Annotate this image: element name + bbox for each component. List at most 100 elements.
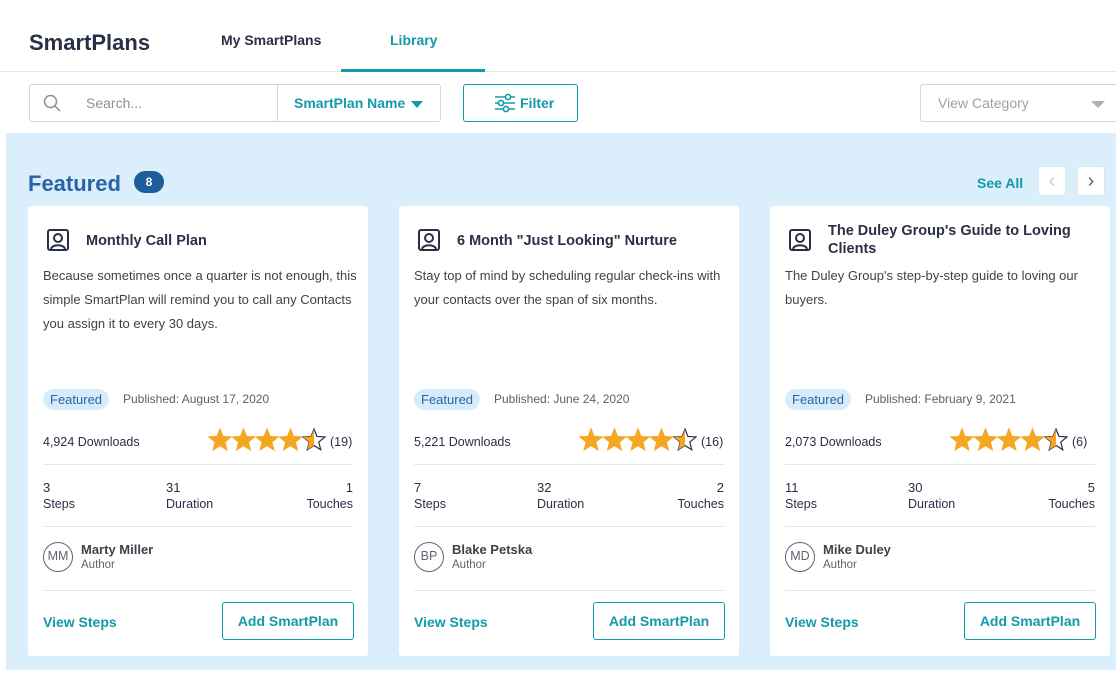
star-fill [627, 429, 649, 450]
top-navigation: SmartPlans My SmartPlans Library [0, 0, 1116, 72]
see-all-link[interactable]: See All [977, 175, 1023, 191]
search-icon [43, 94, 61, 112]
star-fill [580, 429, 602, 450]
author-name: Blake Petska [452, 542, 533, 557]
view-category-select[interactable]: View Category [920, 84, 1116, 122]
duration-value: 30 [908, 480, 923, 495]
divider [785, 590, 1095, 591]
duration-stat: 31 Duration [166, 480, 213, 512]
chevron-right-icon: › [1087, 170, 1095, 192]
search-field-dropdown[interactable]: SmartPlan Name [294, 95, 424, 111]
published-date: Published: February 9, 2021 [865, 392, 1016, 406]
search-input[interactable] [86, 85, 276, 121]
author-name: Marty Miller [81, 542, 154, 557]
avatar: MM [43, 542, 73, 572]
view-category-placeholder: View Category [938, 95, 1029, 111]
card-description: Stay top of mind by scheduling regular c… [414, 268, 721, 307]
touches-label: Touches [677, 497, 724, 511]
star-rating [579, 428, 697, 452]
tab-library[interactable]: Library [390, 32, 437, 48]
published-date: Published: June 24, 2020 [494, 392, 630, 406]
featured-count-badge: 8 [134, 171, 164, 193]
touches-stat: 2 Touches [677, 480, 724, 512]
star-fill [256, 429, 278, 450]
duration-stat: 32 Duration [537, 480, 584, 512]
view-steps-link[interactable]: View Steps [414, 614, 488, 630]
star-fill [650, 429, 673, 450]
duration-value: 32 [537, 480, 552, 495]
view-steps-link[interactable]: View Steps [785, 614, 859, 630]
app-title: SmartPlans [29, 30, 151, 55]
search-bar: SmartPlan Name [29, 84, 441, 122]
star-fill [279, 429, 302, 450]
steps-value: 3 [43, 480, 51, 495]
star-fill [603, 429, 626, 450]
card-title: Monthly Call Plan [86, 233, 207, 249]
rating-count: (19) [330, 435, 353, 449]
divider [43, 590, 353, 591]
add-smartplan-button[interactable]: Add SmartPlan [964, 602, 1096, 640]
touches-stat: 5 Touches [1048, 480, 1095, 512]
featured-tag: Featured [785, 389, 852, 410]
card-title: The Duley Group's Guide to Loving Client… [828, 223, 1071, 257]
star-fill [209, 429, 231, 450]
contact-icon [418, 229, 440, 251]
sliders-icon [495, 93, 515, 113]
author-name: Mike Duley [823, 542, 891, 557]
download-count: 4,924 Downloads [43, 435, 140, 449]
star-fill [974, 429, 997, 450]
star-rating [208, 428, 326, 452]
view-steps-link[interactable]: View Steps [43, 614, 117, 630]
author-role: Author [823, 559, 857, 571]
steps-value: 11 [785, 480, 799, 495]
star-rating [950, 428, 1068, 452]
rating-count: (6) [1072, 435, 1088, 449]
caret-down-icon [411, 100, 424, 108]
touches-label: Touches [1048, 497, 1095, 511]
divider [414, 590, 724, 591]
author-role: Author [452, 559, 486, 571]
filter-button[interactable]: Filter [463, 84, 578, 122]
duration-label: Duration [166, 497, 214, 511]
duration-label: Duration [537, 497, 585, 511]
duration-stat: 30 Duration [908, 480, 955, 512]
divider [414, 464, 724, 465]
avatar: MD [785, 542, 815, 572]
steps-label: Steps [43, 497, 75, 511]
star-fill [232, 429, 255, 450]
carousel-next-button[interactable]: › [1077, 166, 1105, 196]
card-title: 6 Month "Just Looking" Nurture [457, 233, 677, 249]
steps-label: Steps [785, 497, 817, 511]
contact-icon [789, 229, 811, 251]
steps-label: Steps [414, 497, 446, 511]
add-smartplan-button[interactable]: Add SmartPlan [222, 602, 354, 640]
card-description: Because sometimes once a quarter is not … [43, 268, 357, 331]
add-smartplan-button[interactable]: Add SmartPlan [593, 602, 725, 640]
filter-label: Filter [520, 95, 555, 111]
touches-value: 2 [716, 480, 724, 495]
card-description: The Duley Group's step-by-step guide to … [785, 268, 1078, 307]
steps-stat: 7 Steps [414, 480, 446, 512]
download-count: 2,073 Downloads [785, 435, 882, 449]
star-fill [998, 429, 1020, 450]
author-role: Author [81, 559, 115, 571]
smartplan-card: Monthly Call Plan Because sometimes once… [28, 206, 368, 656]
divider [43, 526, 353, 527]
steps-stat: 11 Steps [785, 480, 817, 512]
duration-value: 31 [166, 480, 181, 495]
tab-my-smartplans[interactable]: My SmartPlans [221, 32, 321, 48]
download-count: 5,221 Downloads [414, 435, 511, 449]
published-date: Published: August 17, 2020 [123, 392, 270, 406]
steps-stat: 3 Steps [43, 480, 75, 512]
contact-icon [47, 229, 69, 251]
avatar: BP [414, 542, 444, 572]
chevron-left-icon: ‹ [1048, 170, 1056, 192]
duration-label: Duration [908, 497, 956, 511]
divider [43, 464, 353, 465]
touches-label: Touches [306, 497, 353, 511]
smartplan-card: 6 Month "Just Looking" Nurture Stay top … [399, 206, 739, 656]
star-fill [951, 429, 973, 450]
search-divider [277, 85, 278, 121]
carousel-prev-button[interactable]: ‹ [1038, 166, 1066, 196]
featured-tag: Featured [414, 389, 481, 410]
